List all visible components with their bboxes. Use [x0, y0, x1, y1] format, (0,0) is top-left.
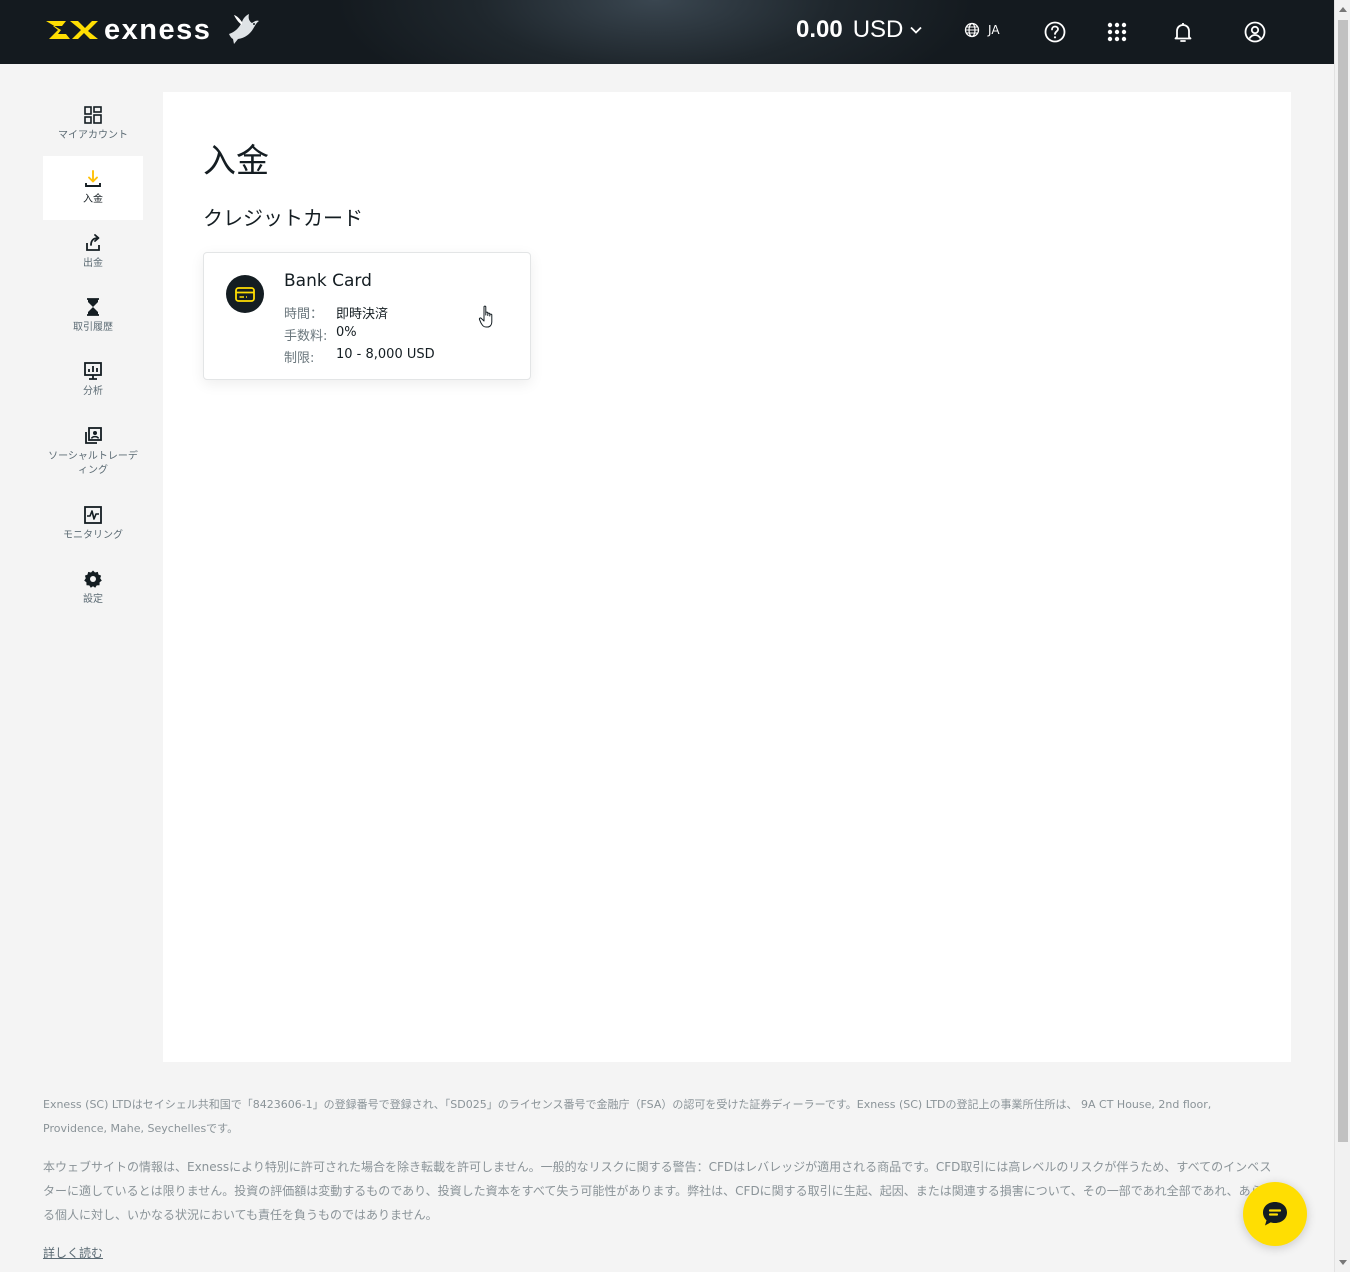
help-icon[interactable] — [1043, 20, 1067, 44]
social-trading-icon — [85, 427, 102, 444]
balance-currency: USD — [852, 16, 904, 43]
user-account-icon[interactable] — [1243, 20, 1267, 44]
sidebar-item-social-trading[interactable]: ソーシャルトレーディング — [43, 412, 143, 492]
time-label: 時間： — [284, 307, 324, 322]
hourglass-icon — [87, 298, 99, 316]
balance-amount: 0.00 — [796, 16, 843, 43]
page-scrollbar[interactable] — [1334, 0, 1350, 1272]
limit-row: 制限: 10 - 8,000 USD — [284, 347, 435, 366]
dashboard-icon — [84, 106, 102, 124]
scroll-up-arrow-icon[interactable] — [1339, 7, 1347, 12]
top-bar: exness 0.00 USD JA — [0, 0, 1334, 64]
section-title-credit-card: クレジットカード — [203, 206, 363, 230]
sidebar-item-monitoring[interactable]: モニタリング — [43, 492, 143, 556]
language-selector[interactable]: JA — [964, 22, 1000, 38]
sidebar-item-my-account[interactable]: マイアカウント — [43, 92, 143, 156]
page-title: 入金 — [203, 141, 269, 180]
fee-row: 手数料: 0% — [284, 325, 357, 344]
footer: Exness (SC) LTDはセイシェル共和国で「8423606-1」の登録番… — [43, 1093, 1275, 1266]
exness-logo-mark-icon — [46, 21, 98, 39]
credit-card-icon — [235, 287, 255, 302]
sidebar-item-label: 分析 — [83, 386, 103, 397]
sidebar: マイアカウント 入金 出金 取引履歴 分析 ソーシャルトレーディング モニタリン… — [43, 92, 143, 620]
chat-icon — [1263, 1202, 1287, 1226]
scrollbar-thumb[interactable] — [1338, 20, 1348, 1142]
sidebar-item-settings[interactable]: 設定 — [43, 556, 143, 620]
time-value: 即時決済 — [336, 307, 389, 322]
analytics-icon — [84, 362, 102, 380]
fee-value: 0% — [336, 325, 357, 340]
language-code: JA — [988, 23, 1000, 37]
sidebar-item-label: マイアカウント — [58, 130, 128, 141]
monitoring-icon — [84, 506, 102, 524]
fee-label: 手数料: — [284, 329, 328, 344]
processing-time-row: 時間： 即時決済 — [284, 303, 388, 322]
brand-name: exness — [104, 13, 212, 46]
deposit-icon — [85, 170, 101, 187]
scroll-down-arrow-icon[interactable] — [1339, 1260, 1347, 1265]
hand-cursor-icon — [478, 305, 493, 328]
withdrawal-icon — [86, 234, 100, 251]
sidebar-item-history[interactable]: 取引履歴 — [43, 284, 143, 348]
sidebar-item-withdrawal[interactable]: 出金 — [43, 220, 143, 284]
sidebar-item-label: 入金 — [83, 194, 103, 205]
main-content: 入金 クレジットカード Bank Card 時間： 即時決済 手数料: 0% 制… — [163, 92, 1291, 1062]
limit-value: 10 - 8,000 USD — [336, 347, 435, 362]
payment-icon-badge — [226, 275, 264, 313]
read-more-link[interactable]: 詳しく読む — [43, 1246, 103, 1260]
payment-method-card-bank-card[interactable]: Bank Card 時間： 即時決済 手数料: 0% 制限: 10 - 8,00… — [203, 252, 531, 380]
globe-icon — [964, 22, 980, 38]
bell-icon[interactable] — [1171, 20, 1195, 44]
sidebar-item-analytics[interactable]: 分析 — [43, 348, 143, 412]
apps-grid-icon[interactable] — [1105, 20, 1129, 44]
chevron-down-icon — [910, 26, 923, 34]
sidebar-item-deposit[interactable]: 入金 — [43, 156, 143, 220]
exness-logo[interactable]: exness — [44, 12, 261, 48]
payment-method-name: Bank Card — [284, 271, 372, 291]
sidebar-item-label: ソーシャルトレーディング — [48, 451, 138, 476]
gear-icon — [84, 570, 102, 588]
sidebar-item-label: 取引履歴 — [73, 322, 113, 333]
footer-risk-warning-paragraph: 本ウェブサイトの情報は、Exnessにより特別に許可された場合を除き転載を許可し… — [43, 1160, 1275, 1222]
dove-icon — [229, 14, 260, 44]
chat-button[interactable] — [1243, 1182, 1307, 1246]
sidebar-item-label: 出金 — [83, 258, 103, 269]
sidebar-item-label: 設定 — [83, 594, 103, 605]
sidebar-item-label: モニタリング — [63, 530, 123, 541]
balance-selector[interactable]: 0.00 USD — [796, 16, 923, 44]
limit-label: 制限: — [284, 351, 315, 366]
footer-legal-paragraph: Exness (SC) LTDはセイシェル共和国で「8423606-1」の登録番… — [43, 1098, 1212, 1135]
